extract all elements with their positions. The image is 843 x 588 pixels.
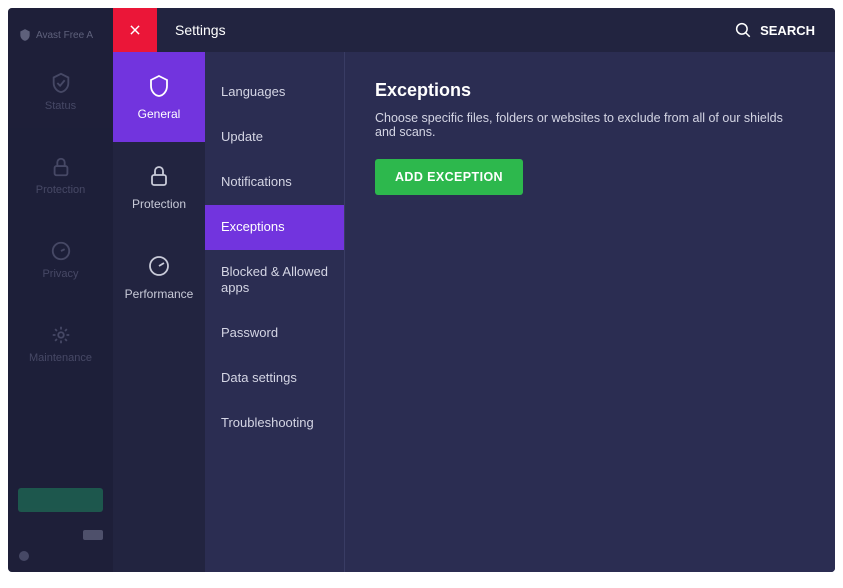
main-nav-status[interactable]: Status	[8, 50, 113, 134]
settings-title: Settings	[175, 22, 226, 38]
search-label: SEARCH	[760, 23, 815, 38]
add-exception-button[interactable]: ADD EXCEPTION	[375, 159, 523, 195]
main-nav-protection[interactable]: Protection	[8, 134, 113, 218]
main-nav-maintenance[interactable]: Maintenance	[8, 302, 113, 386]
sidebar-badge	[83, 530, 103, 540]
category-label: Performance	[125, 287, 194, 301]
sub-item-data-settings[interactable]: Data settings	[205, 356, 344, 401]
main-nav-label: Status	[45, 100, 76, 112]
main-nav-privacy[interactable]: Privacy	[8, 218, 113, 302]
search-button[interactable]: SEARCH	[734, 21, 815, 39]
app-logo: Avast Free A	[8, 20, 113, 50]
main-sidebar: Avast Free A Status Protection Privacy M…	[8, 8, 113, 572]
sub-item-languages[interactable]: Languages	[205, 70, 344, 115]
sub-sidebar: Languages Update Notifications Exception…	[205, 52, 345, 572]
settings-header: Settings SEARCH	[113, 8, 835, 52]
shield-icon	[147, 73, 171, 99]
settings-panel: Settings SEARCH General Protection Perfo…	[113, 8, 835, 572]
main-nav-label: Maintenance	[29, 352, 92, 364]
sidebar-bottom-row[interactable]	[18, 550, 103, 562]
sidebar-bottom	[18, 488, 103, 562]
category-sidebar: General Protection Performance	[113, 52, 205, 572]
sub-item-notifications[interactable]: Notifications	[205, 160, 344, 205]
category-protection[interactable]: Protection	[113, 142, 205, 232]
sub-item-exceptions[interactable]: Exceptions	[205, 205, 344, 250]
category-label: General	[138, 107, 181, 121]
content-description: Choose specific files, folders or websit…	[375, 111, 805, 139]
sub-item-update[interactable]: Update	[205, 115, 344, 160]
sub-item-blocked-allowed[interactable]: Blocked & Allowed apps	[205, 250, 344, 312]
app-window: Avast Free A Status Protection Privacy M…	[8, 8, 835, 572]
sidebar-cta-button[interactable]	[18, 488, 103, 512]
category-performance[interactable]: Performance	[113, 232, 205, 322]
app-name: Avast Free A	[36, 30, 93, 41]
settings-body: General Protection Performance Languages…	[113, 52, 835, 572]
gauge-icon	[147, 253, 171, 279]
content-heading: Exceptions	[375, 80, 805, 101]
category-general[interactable]: General	[113, 52, 205, 142]
content-area: Exceptions Choose specific files, folder…	[345, 52, 835, 572]
sub-item-password[interactable]: Password	[205, 311, 344, 356]
main-nav-label: Privacy	[42, 268, 78, 280]
lock-icon	[147, 163, 171, 189]
sub-item-troubleshooting[interactable]: Troubleshooting	[205, 401, 344, 446]
close-icon	[128, 23, 142, 37]
category-label: Protection	[132, 197, 186, 211]
close-button[interactable]	[113, 8, 157, 52]
search-icon	[734, 21, 752, 39]
main-nav-label: Protection	[36, 184, 86, 196]
